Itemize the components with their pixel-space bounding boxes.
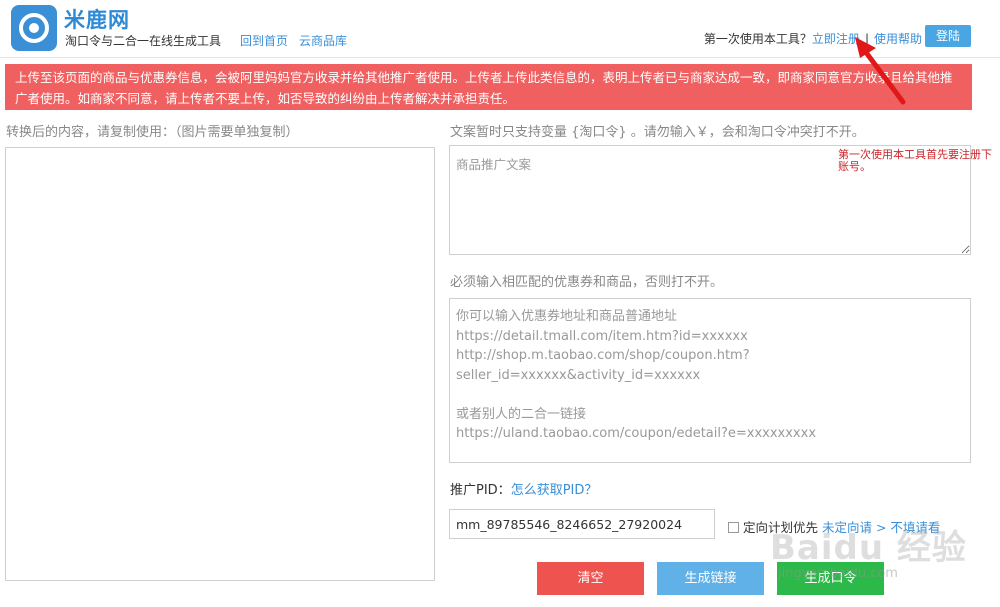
pid-label: 推广PID： — [450, 483, 511, 498]
tagline: 淘口令与二合一在线生成工具 — [65, 34, 222, 48]
logo-dot — [29, 23, 39, 33]
link-textarea[interactable]: 你可以输入优惠券地址和商品普通地址 https://detail.tmall.c… — [449, 298, 971, 463]
clear-button[interactable]: 清空 — [537, 562, 644, 595]
link-placeholder-gap — [456, 385, 964, 405]
copy-label: 文案暂时只支持变量 {淘口令} 。请勿输入￥，会和淘口令冲突打不开。 — [450, 125, 865, 140]
output-label: 转换后的内容，请复制使用：（图片需要单独复制） — [6, 125, 299, 140]
register-link[interactable]: 立即注册 — [812, 32, 860, 46]
logo-icon[interactable] — [11, 5, 57, 51]
pid-row: 推广PID：怎么获取PID？ — [450, 479, 597, 498]
nav-library-link[interactable]: 云商品库 — [299, 32, 347, 49]
link-placeholder-line: http://shop.m.taobao.com/shop/coupon.htm… — [456, 348, 750, 363]
annotation-note: 第一次使用本工具首先要注册下账号。 — [838, 148, 992, 173]
generate-link-button[interactable]: 生成链接 — [657, 562, 764, 595]
targeted-plan-checkbox[interactable] — [728, 522, 739, 533]
brand-name[interactable]: 米鹿网 — [64, 4, 130, 34]
nav-home-link[interactable]: 回到首页 — [240, 32, 288, 49]
link-placeholder-line: https://detail.tmall.com/item.htm?id=xxx… — [456, 328, 748, 344]
pid-input[interactable] — [449, 509, 715, 539]
watermark-url: jingyan.baidu.com — [778, 566, 898, 581]
upload-notice-banner: 上传至该页面的商品与优惠券信息，会被阿里妈妈官方收录并给其他推广者使用。上传者上… — [5, 64, 972, 110]
link-placeholder-line: https://uland.taobao.com/coupon/edetail?… — [456, 426, 817, 441]
header-account-links: 第一次使用本工具？立即注册 | 使用帮助 — [704, 30, 922, 47]
link-placeholder-line: 你可以输入优惠券地址和商品普通地址 — [456, 309, 678, 324]
link-placeholder-line: seller_id=xxxxxx&activity_id=xxxxxx — [456, 367, 701, 383]
help-link[interactable]: 使用帮助 — [874, 32, 922, 46]
watermark-logo: Baidu 经验 — [770, 528, 967, 568]
first-time-text: 第一次使用本工具？ — [703, 32, 812, 46]
header: 米鹿网 淘口令与二合一在线生成工具 回到首页 云商品库 第一次使用本工具？立即注… — [0, 0, 1000, 58]
separator: | — [864, 32, 869, 46]
output-box[interactable] — [5, 147, 435, 581]
link-placeholder-line: 或者别人的二合一链接 — [456, 406, 587, 422]
login-button[interactable]: 登陆 — [925, 25, 971, 47]
link-label: 必须输入相匹配的优惠券和商品，否则打不开。 — [450, 275, 724, 290]
pid-help-link[interactable]: 怎么获取PID？ — [511, 483, 598, 498]
